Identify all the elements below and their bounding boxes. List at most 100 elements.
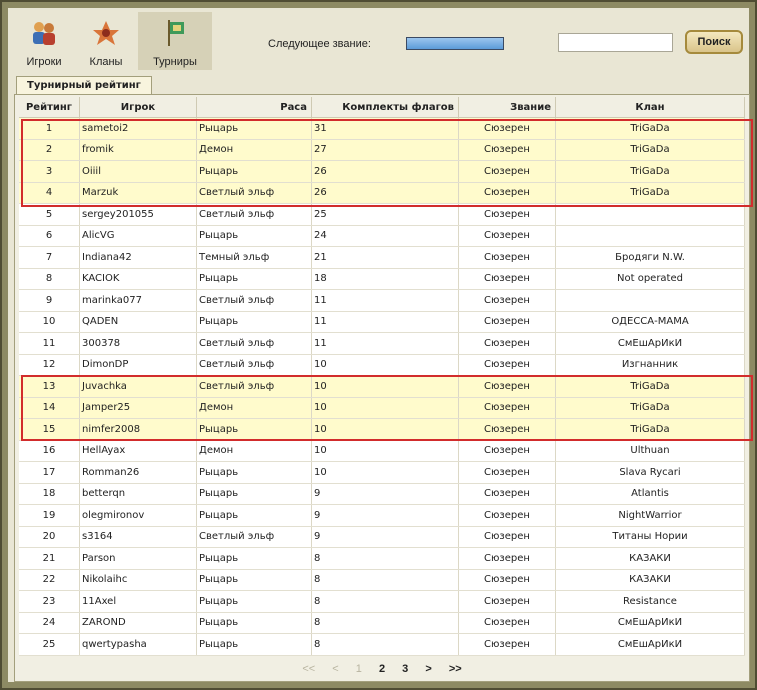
- table-row[interactable]: 21 Parson Рыцарь 8 Сюзерен КАЗАКИ: [19, 547, 745, 570]
- cell-player[interactable]: nimfer2008: [79, 418, 197, 441]
- cell-player[interactable]: 11Axel: [79, 590, 197, 613]
- table-row[interactable]: 13 Juvachka Светлый эльф 10 Сюзерен TriGaDa: [19, 375, 745, 398]
- cell-player[interactable]: sergey201055: [79, 203, 197, 226]
- table-row[interactable]: 14 Jamper25 Демон 10 Сюзерен TriGaDa: [19, 397, 745, 419]
- pager-first[interactable]: <<: [302, 663, 315, 675]
- header-race[interactable]: Раса: [196, 97, 312, 118]
- cell-player[interactable]: sametoi2: [79, 117, 197, 140]
- nav-clans[interactable]: Кланы: [76, 12, 136, 70]
- cell-player[interactable]: QADEN: [79, 311, 197, 333]
- cell-clan[interactable]: Not operated: [555, 268, 745, 290]
- cell-rating: 20: [19, 526, 80, 548]
- cell-clan[interactable]: [555, 203, 745, 226]
- pager-next[interactable]: >: [425, 663, 431, 675]
- table-row[interactable]: 9 marinka077 Светлый эльф 11 Сюзерен: [19, 289, 745, 312]
- cell-player[interactable]: Romman26: [79, 461, 197, 484]
- cell-player[interactable]: HellAyax: [79, 440, 197, 462]
- table-row[interactable]: 17 Romman26 Рыцарь 10 Сюзерен Slava Rycari: [19, 461, 745, 484]
- cell-clan[interactable]: СмЕшАрИкИ: [555, 633, 745, 656]
- clans-icon: [93, 21, 119, 45]
- cell-clan[interactable]: TriGaDa: [555, 117, 745, 140]
- cell-clan[interactable]: TriGaDa: [555, 160, 745, 183]
- cell-clan[interactable]: TriGaDa: [555, 397, 745, 419]
- table-row[interactable]: 22 Nikolaihc Рыцарь 8 Сюзерен КАЗАКИ: [19, 569, 745, 591]
- cell-clan[interactable]: Atlantis: [555, 483, 745, 505]
- table-row[interactable]: 20 s3164 Светлый эльф 9 Сюзерен Титаны Нории: [19, 526, 745, 548]
- table-row[interactable]: 19 olegmironov Рыцарь 9 Сюзерен NightWarrior: [19, 504, 745, 527]
- cell-player[interactable]: Juvachka: [79, 375, 197, 398]
- cell-clan[interactable]: Slava Rycari: [555, 461, 745, 484]
- cell-clan[interactable]: КАЗАКИ: [555, 569, 745, 591]
- cell-clan[interactable]: [555, 289, 745, 312]
- cell-player[interactable]: Indiana42: [79, 246, 197, 269]
- cell-player[interactable]: Parson: [79, 547, 197, 570]
- table-row[interactable]: 2 fromik Демон 27 Сюзерен TriGaDa: [19, 139, 745, 161]
- cell-clan[interactable]: TriGaDa: [555, 139, 745, 161]
- cell-clan[interactable]: ОДЕССА-МАМА: [555, 311, 745, 333]
- cell-player[interactable]: 300378: [79, 332, 197, 355]
- cell-player[interactable]: betterqn: [79, 483, 197, 505]
- pager-page-1[interactable]: 1: [356, 663, 362, 675]
- table-row[interactable]: 7 Indiana42 Темный эльф 21 Сюзерен Бродяги N.…: [19, 246, 745, 269]
- cell-player[interactable]: olegmironov: [79, 504, 197, 527]
- nav-players[interactable]: Игроки: [14, 12, 74, 70]
- table-row[interactable]: 24 ZAROND Рыцарь 8 Сюзерен СмЕшАрИкИ: [19, 612, 745, 634]
- table-row[interactable]: 8 KACIOK Рыцарь 18 Сюзерен Not operated: [19, 268, 745, 290]
- cell-clan[interactable]: Resistance: [555, 590, 745, 613]
- header-rating[interactable]: Рейтинг: [19, 97, 80, 118]
- table-row[interactable]: 23 11Axel Рыцарь 8 Сюзерен Resistance: [19, 590, 745, 613]
- pager-page-3[interactable]: 3: [402, 663, 408, 675]
- cell-clan[interactable]: TriGaDa: [555, 182, 745, 204]
- cell-clan[interactable]: Бродяги N.W.: [555, 246, 745, 269]
- table-row[interactable]: 3 Oiiil Рыцарь 26 Сюзерен TriGaDa: [19, 160, 745, 183]
- pager-last[interactable]: >>: [449, 663, 462, 675]
- cell-clan[interactable]: [555, 225, 745, 247]
- tab-tournament-rating[interactable]: Турнирный рейтинг: [16, 76, 152, 95]
- cell-player[interactable]: Marzuk: [79, 182, 197, 204]
- cell-clan[interactable]: Изгнанник: [555, 354, 745, 376]
- table-row[interactable]: 18 betterqn Рыцарь 9 Сюзерен Atlantis: [19, 483, 745, 505]
- cell-flag-sets: 10: [311, 354, 459, 376]
- cell-player[interactable]: ZAROND: [79, 612, 197, 634]
- cell-player[interactable]: KACIOK: [79, 268, 197, 290]
- table-row[interactable]: 10 QADEN Рыцарь 11 Сюзерен ОДЕССА-МАМА: [19, 311, 745, 333]
- header-clan[interactable]: Клан: [555, 97, 745, 118]
- cell-clan[interactable]: TriGaDa: [555, 375, 745, 398]
- table-row[interactable]: 15 nimfer2008 Рыцарь 10 Сюзерен TriGaDa: [19, 418, 745, 441]
- table-row[interactable]: 12 DimonDP Светлый эльф 10 Сюзерен Изгнанник: [19, 354, 745, 376]
- table-row[interactable]: 4 Marzuk Светлый эльф 26 Сюзерен TriGaDa: [19, 182, 745, 204]
- search-button[interactable]: Поиск: [685, 30, 743, 54]
- cell-player[interactable]: DimonDP: [79, 354, 197, 376]
- cell-clan[interactable]: Титаны Нории: [555, 526, 745, 548]
- nav-tournaments[interactable]: Турниры: [138, 12, 212, 70]
- table-row[interactable]: 25 qwertypasha Рыцарь 8 Сюзерен СмЕшАрИкИ: [19, 633, 745, 656]
- table-row[interactable]: 6 AlicVG Рыцарь 24 Сюзерен: [19, 225, 745, 247]
- table-row[interactable]: 16 HellAyax Демон 10 Сюзерен Ulthuan: [19, 440, 745, 462]
- search-input[interactable]: [558, 33, 673, 52]
- header-title[interactable]: Звание: [458, 97, 556, 118]
- table-row[interactable]: 1 sametoi2 Рыцарь 31 Сюзерен TriGaDa: [19, 117, 745, 140]
- cell-player[interactable]: AlicVG: [79, 225, 197, 247]
- pager-page-2[interactable]: 2: [379, 663, 385, 675]
- header-player[interactable]: Игрок: [79, 97, 197, 118]
- cell-player[interactable]: Jamper25: [79, 397, 197, 419]
- cell-clan[interactable]: СмЕшАрИкИ: [555, 612, 745, 634]
- cell-player[interactable]: qwertypasha: [79, 633, 197, 656]
- cell-flag-sets: 10: [311, 440, 459, 462]
- cell-player[interactable]: s3164: [79, 526, 197, 548]
- cell-clan[interactable]: TriGaDa: [555, 418, 745, 441]
- cell-player[interactable]: marinka077: [79, 289, 197, 312]
- cell-player[interactable]: Nikolaihc: [79, 569, 197, 591]
- cell-clan[interactable]: КАЗАКИ: [555, 547, 745, 570]
- cell-player[interactable]: Oiiil: [79, 160, 197, 183]
- table-row[interactable]: 5 sergey201055 Светлый эльф 25 Сюзерен: [19, 203, 745, 226]
- cell-clan[interactable]: NightWarrior: [555, 504, 745, 527]
- cell-flag-sets: 9: [311, 483, 459, 505]
- pager-prev[interactable]: <: [332, 663, 338, 675]
- cell-clan[interactable]: СмЕшАрИкИ: [555, 332, 745, 355]
- cell-player[interactable]: fromik: [79, 139, 197, 161]
- header-flag-sets[interactable]: Комплекты флагов: [311, 97, 459, 118]
- cell-title: Сюзерен: [458, 418, 556, 441]
- table-row[interactable]: 11 300378 Светлый эльф 11 Сюзерен СмЕшАрИкИ: [19, 332, 745, 355]
- cell-clan[interactable]: Ulthuan: [555, 440, 745, 462]
